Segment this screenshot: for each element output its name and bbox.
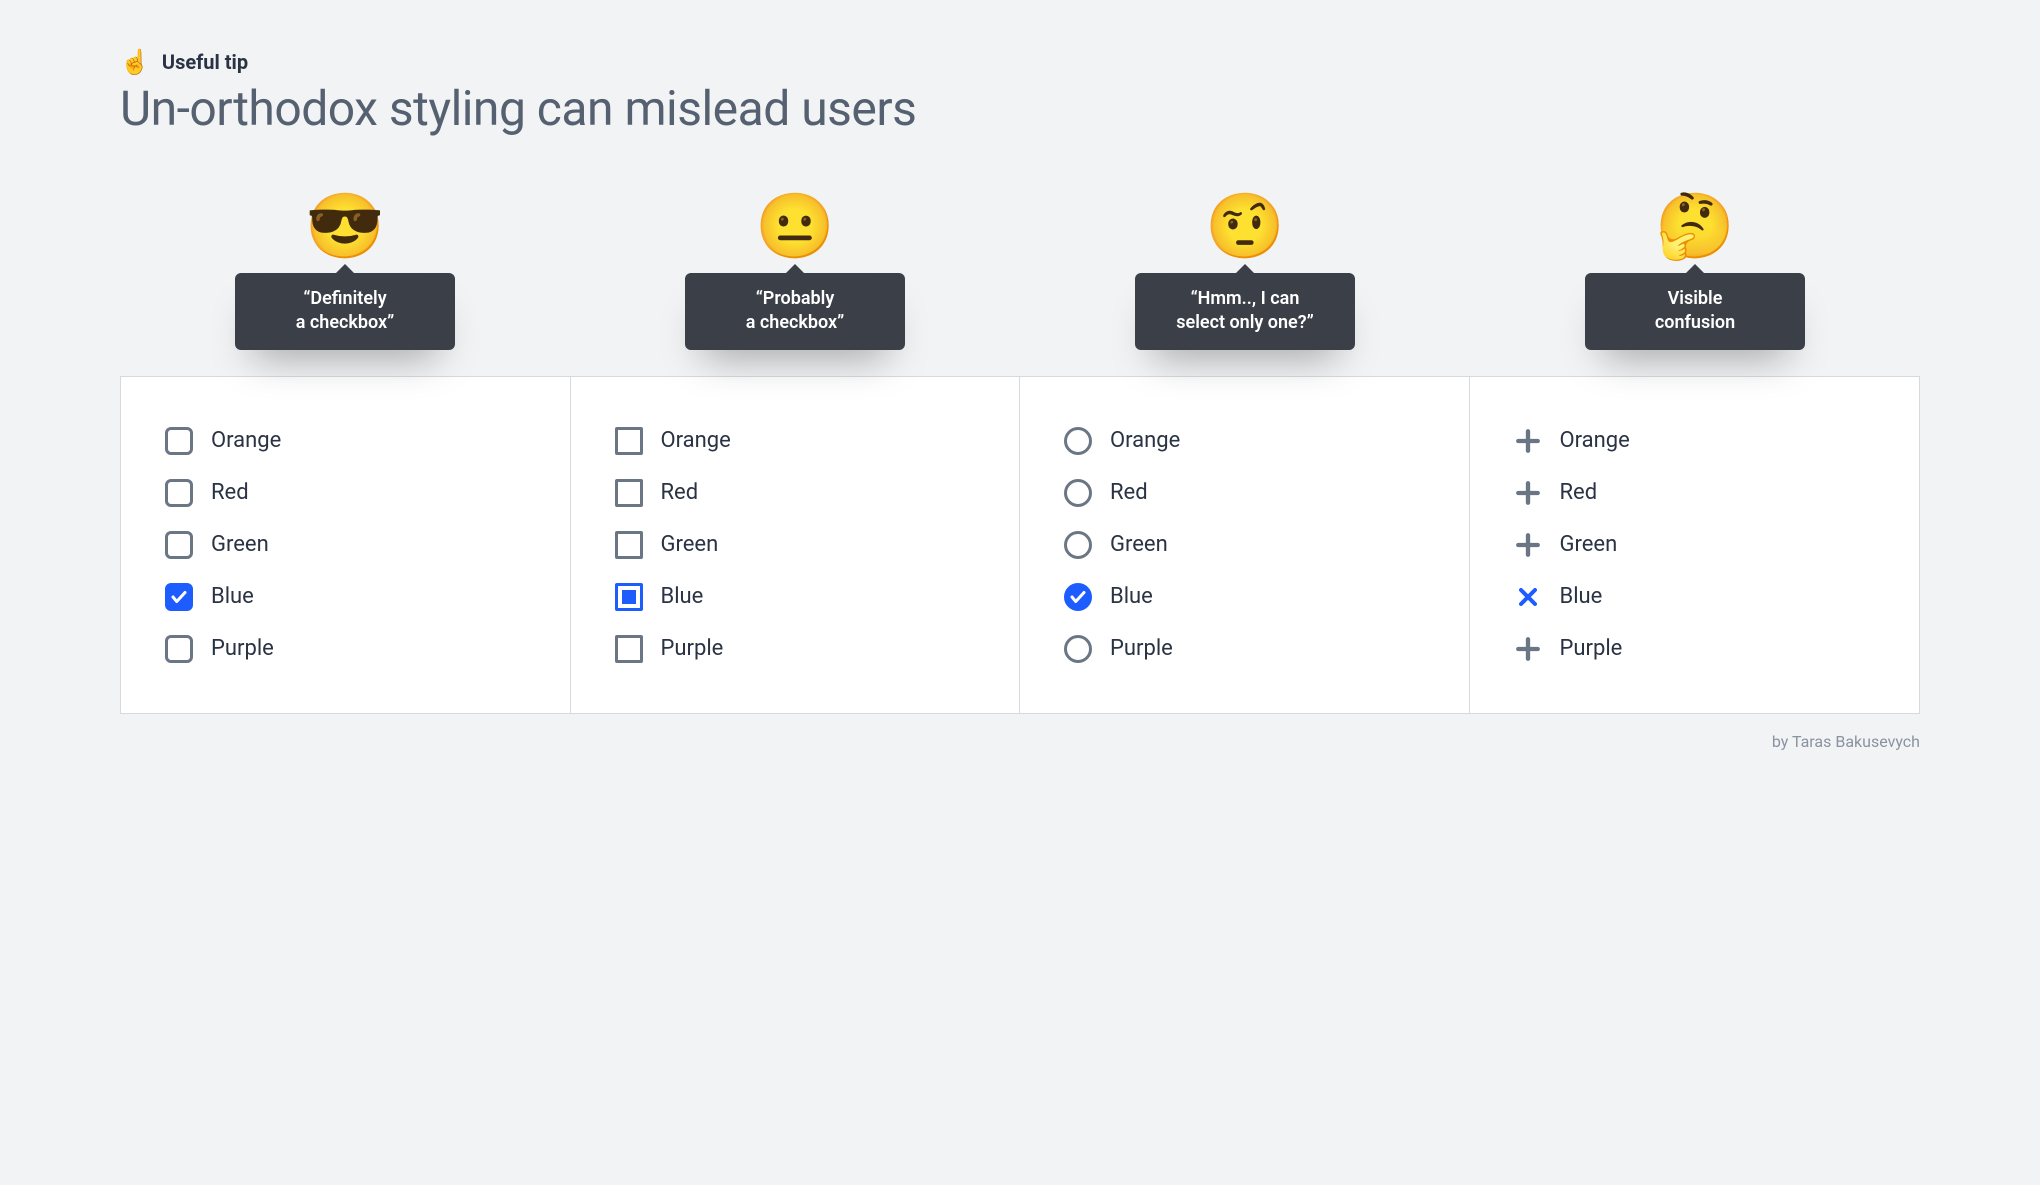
panel-square-sharp: Orange Red Green Blue Purple bbox=[571, 377, 1021, 713]
option-label: Orange bbox=[1560, 428, 1630, 453]
option-row[interactable]: Green bbox=[1514, 519, 1876, 571]
tip-label: Useful tip bbox=[162, 50, 248, 74]
speech-bubble: “Definitely a checkbox” bbox=[235, 273, 455, 350]
example-panels: Orange Red Green Blue Purple Orange Red Green B… bbox=[120, 376, 1920, 714]
plus-icon[interactable] bbox=[1514, 427, 1542, 455]
checkbox-square-rounded-icon[interactable] bbox=[165, 479, 193, 507]
checkbox-square-sharp-icon[interactable] bbox=[615, 427, 643, 455]
author-credit: by Taras Bakusevych bbox=[120, 732, 1920, 751]
checkbox-square-rounded-icon[interactable] bbox=[165, 531, 193, 559]
point-up-icon: ☝ bbox=[120, 50, 150, 74]
checkbox-circle-icon[interactable] bbox=[1064, 479, 1092, 507]
option-label: Blue bbox=[211, 584, 254, 609]
option-row[interactable]: Red bbox=[1514, 467, 1876, 519]
column-headers: 😎 “Definitely a checkbox” 😐 “Probably a … bbox=[120, 195, 1920, 376]
option-label: Blue bbox=[1560, 584, 1603, 609]
option-label: Blue bbox=[661, 584, 704, 609]
option-label: Orange bbox=[1110, 428, 1180, 453]
checkbox-square-rounded-icon[interactable] bbox=[165, 635, 193, 663]
checkbox-square-sharp-icon[interactable] bbox=[615, 531, 643, 559]
x-icon[interactable] bbox=[1514, 583, 1542, 611]
plus-icon[interactable] bbox=[1514, 635, 1542, 663]
option-label: Purple bbox=[661, 636, 724, 661]
checkbox-square-rounded-icon[interactable] bbox=[165, 583, 193, 611]
checkbox-square-sharp-icon[interactable] bbox=[615, 635, 643, 663]
column-header: 🤨 “Hmm.., I can select only one?” bbox=[1020, 195, 1470, 376]
checkbox-circle-icon[interactable] bbox=[1064, 635, 1092, 663]
option-row[interactable]: Purple bbox=[165, 623, 526, 675]
column-header: 😐 “Probably a checkbox” bbox=[570, 195, 1020, 376]
option-row[interactable]: Red bbox=[165, 467, 526, 519]
speech-bubble: Visible confusion bbox=[1585, 273, 1805, 350]
tip-row: ☝ Useful tip bbox=[120, 50, 1920, 74]
option-row[interactable]: Green bbox=[615, 519, 976, 571]
checkbox-circle-icon[interactable] bbox=[1064, 583, 1092, 611]
checkbox-circle-icon[interactable] bbox=[1064, 531, 1092, 559]
column-header: 🤔 Visible confusion bbox=[1470, 195, 1920, 376]
option-label: Green bbox=[1110, 532, 1168, 557]
speech-bubble: “Probably a checkbox” bbox=[685, 273, 905, 350]
option-row[interactable]: Green bbox=[1064, 519, 1425, 571]
option-label: Red bbox=[1560, 480, 1598, 505]
checkbox-square-rounded-icon[interactable] bbox=[165, 427, 193, 455]
option-label: Green bbox=[1560, 532, 1618, 557]
page-title: Un-orthodox styling can mislead users bbox=[120, 80, 1920, 137]
option-label: Red bbox=[1110, 480, 1148, 505]
option-row[interactable]: Orange bbox=[1064, 415, 1425, 467]
column-header: 😎 “Definitely a checkbox” bbox=[120, 195, 570, 376]
plus-icon[interactable] bbox=[1514, 531, 1542, 559]
option-row[interactable]: Orange bbox=[615, 415, 976, 467]
option-row[interactable]: Red bbox=[1064, 467, 1425, 519]
checkbox-square-sharp-icon[interactable] bbox=[615, 583, 643, 611]
option-label: Blue bbox=[1110, 584, 1153, 609]
panel-plus-x: Orange Red Green Blue Purple bbox=[1470, 377, 1920, 713]
neutral-face-icon: 😐 bbox=[755, 195, 835, 259]
option-row[interactable]: Orange bbox=[1514, 415, 1876, 467]
option-label: Orange bbox=[211, 428, 281, 453]
panel-square-rounded: Orange Red Green Blue Purple bbox=[121, 377, 571, 713]
checkbox-circle-icon[interactable] bbox=[1064, 427, 1092, 455]
option-row[interactable]: Orange bbox=[165, 415, 526, 467]
option-row[interactable]: Red bbox=[615, 467, 976, 519]
option-label: Purple bbox=[211, 636, 274, 661]
option-row[interactable]: Purple bbox=[1064, 623, 1425, 675]
option-label: Red bbox=[211, 480, 249, 505]
speech-bubble: “Hmm.., I can select only one?” bbox=[1135, 273, 1355, 350]
option-row[interactable]: Green bbox=[165, 519, 526, 571]
option-label: Green bbox=[661, 532, 719, 557]
option-row[interactable]: Blue bbox=[1514, 571, 1876, 623]
raised-eyebrow-face-icon: 🤨 bbox=[1205, 195, 1285, 259]
option-label: Red bbox=[661, 480, 699, 505]
cool-face-icon: 😎 bbox=[305, 195, 385, 259]
option-row[interactable]: Purple bbox=[1514, 623, 1876, 675]
option-row[interactable]: Blue bbox=[165, 571, 526, 623]
option-label: Purple bbox=[1110, 636, 1173, 661]
checkbox-square-sharp-icon[interactable] bbox=[615, 479, 643, 507]
option-row[interactable]: Blue bbox=[615, 571, 976, 623]
option-label: Orange bbox=[661, 428, 731, 453]
thinking-face-icon: 🤔 bbox=[1655, 195, 1735, 259]
option-row[interactable]: Blue bbox=[1064, 571, 1425, 623]
option-row[interactable]: Purple bbox=[615, 623, 976, 675]
plus-icon[interactable] bbox=[1514, 479, 1542, 507]
option-label: Purple bbox=[1560, 636, 1623, 661]
option-label: Green bbox=[211, 532, 269, 557]
panel-circle: Orange Red Green Blue Purple bbox=[1020, 377, 1470, 713]
